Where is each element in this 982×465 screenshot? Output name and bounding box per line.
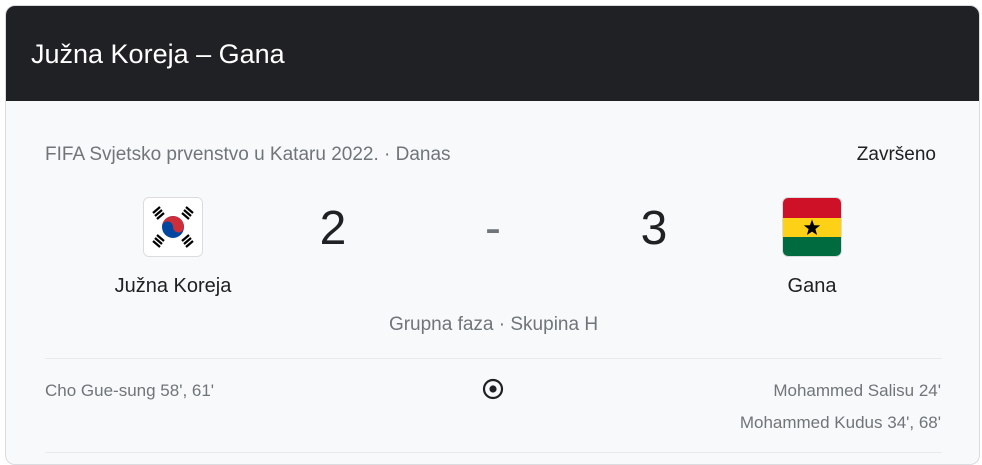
home-score: 2 — [319, 202, 347, 255]
match-card: Južna Koreja – Gana FIFA Svjetsko prvens… — [5, 5, 980, 465]
match-title: Južna Koreja – Gana — [31, 39, 285, 69]
south-korea-flag-icon[interactable] — [143, 197, 203, 257]
away-goal-scorer: Mohammed Kudus 34', 68' — [739, 413, 941, 432]
score-separator: - — [485, 202, 501, 255]
soccer-ball-icon — [482, 378, 504, 400]
divider — [45, 452, 942, 453]
away-score: 3 — [640, 202, 668, 255]
home-goal-scorer: Cho Gue-sung 58', 61' — [45, 381, 215, 400]
match-header: Južna Koreja – Gana — [6, 6, 979, 101]
away-goal-scorer: Mohammed Salisu 24' — [773, 381, 941, 400]
home-team-name[interactable]: Južna Koreja — [63, 274, 283, 298]
divider — [45, 358, 942, 359]
ghana-flag-icon[interactable] — [782, 197, 842, 257]
match-stage: Grupna faza · Skupina H — [388, 314, 599, 335]
away-team-name[interactable]: Gana — [702, 274, 922, 298]
competition-info[interactable]: FIFA Svjetsko prvenstvo u Kataru 2022. ·… — [45, 143, 451, 167]
match-status: Završeno — [856, 144, 936, 165]
